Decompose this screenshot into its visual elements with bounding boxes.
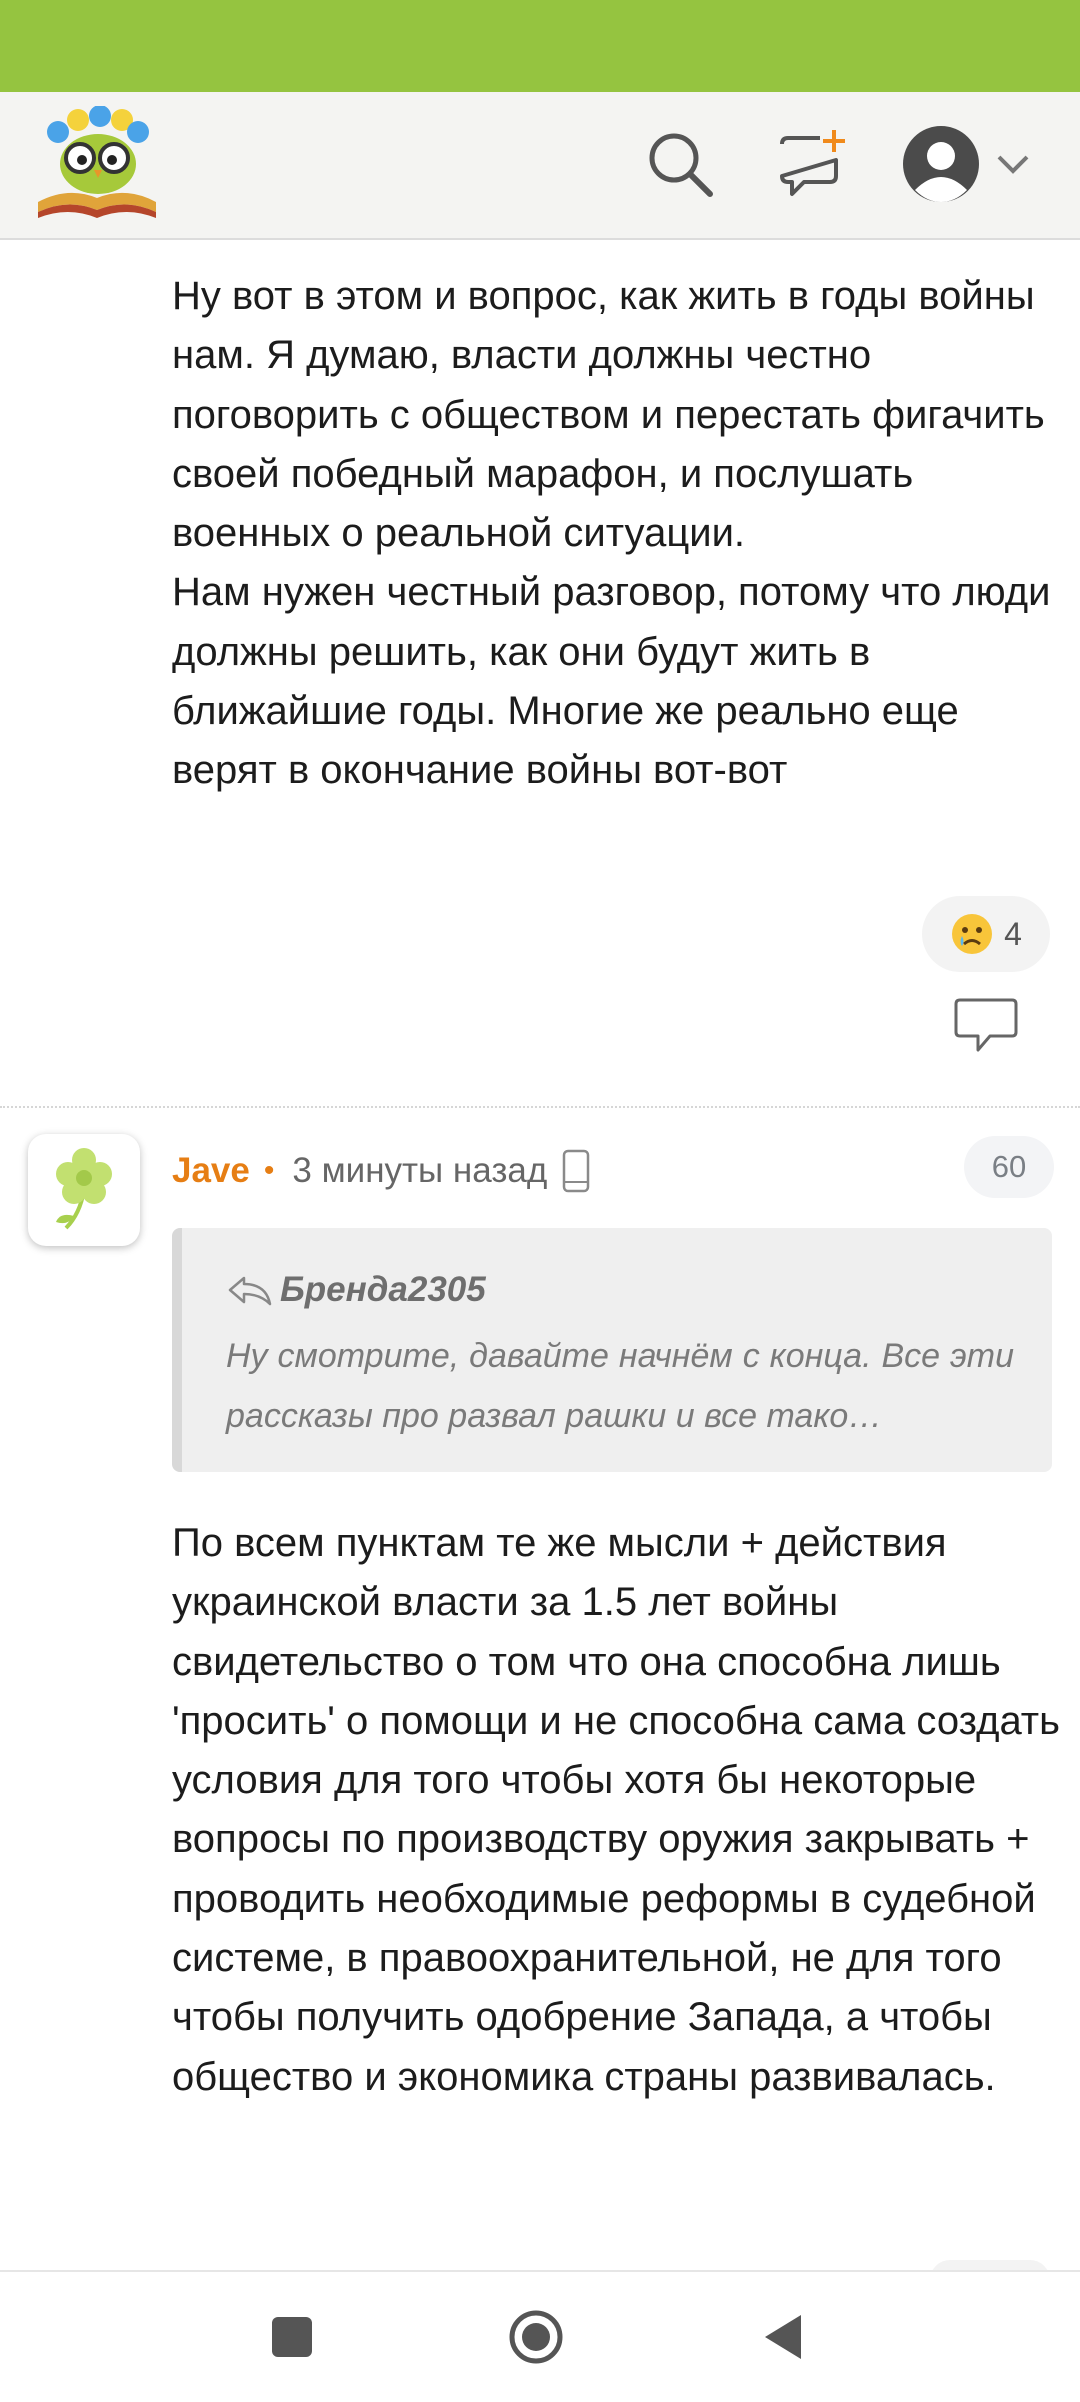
search-button[interactable] xyxy=(632,116,728,212)
comment-divider xyxy=(0,1106,1080,1108)
back-button[interactable] xyxy=(742,2302,822,2372)
crying-face-icon xyxy=(952,914,993,954)
author-name[interactable]: Jave xyxy=(172,1151,250,1191)
home-button[interactable] xyxy=(496,2302,576,2372)
home-circle-icon xyxy=(509,2310,563,2364)
profile-menu-button[interactable] xyxy=(896,116,1036,212)
quoted-comment[interactable]: Бренда2305 Ну смотрите, давайте начнём с… xyxy=(172,1228,1052,1472)
system-navigation-bar xyxy=(0,2270,1080,2402)
user-avatar-icon xyxy=(903,126,979,202)
quote-author: Бренда2305 xyxy=(280,1270,486,1309)
square-icon xyxy=(272,2317,312,2357)
flower-avatar-icon xyxy=(56,1148,112,1230)
reply-button[interactable] xyxy=(950,996,1022,1056)
online-dot: • xyxy=(263,1154,275,1187)
comment-text: Ну вот в этом и вопрос, как жить в годы … xyxy=(172,274,1051,793)
search-icon xyxy=(649,133,713,197)
recents-button[interactable] xyxy=(252,2302,332,2372)
reply-bubble-icon xyxy=(954,998,1018,1052)
avatar[interactable] xyxy=(28,1134,140,1246)
mobile-phone-icon xyxy=(563,1149,590,1193)
quote-text: Ну смотрите, давайте начнём с конца. Все… xyxy=(226,1337,1014,1435)
new-message-plus-icon xyxy=(780,130,845,196)
owl-on-book-logo[interactable] xyxy=(34,105,160,222)
app-header xyxy=(0,92,1080,240)
status-bar xyxy=(0,0,1080,92)
reply-arrow-icon xyxy=(228,1276,272,1306)
chevron-down-icon xyxy=(997,155,1029,174)
comment-time: 3 минуты назад xyxy=(292,1151,548,1190)
reaction-count: 4 xyxy=(1004,915,1022,952)
reaction-button[interactable]: 4 xyxy=(922,896,1050,972)
back-triangle-icon xyxy=(765,2315,801,2359)
new-post-button[interactable] xyxy=(764,116,860,212)
comment-meta: Jave • 3 минуты назад xyxy=(172,1140,591,1202)
comment-text: По всем пунктам те же мысли + действия у… xyxy=(172,1521,1072,2099)
rating-badge: 60 xyxy=(964,1136,1054,1198)
